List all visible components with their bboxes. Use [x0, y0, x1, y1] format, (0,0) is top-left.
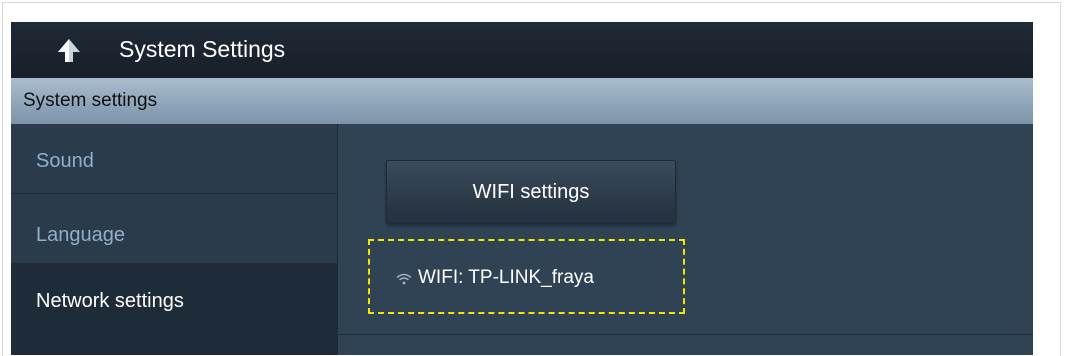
wifi-status-text: WIFI: TP-LINK_fraya	[418, 267, 594, 288]
page-title: System Settings	[119, 36, 286, 62]
sidebar-item-label: Language	[36, 224, 125, 246]
divider	[338, 334, 1033, 335]
sidebar-item-label: Network settings	[36, 290, 184, 312]
wifi-status-highlight: WIFI: TP-LINK_fraya	[368, 239, 685, 314]
network-settings-panel: WIFI settings WIFI: TP-LINK_fraya	[338, 124, 1033, 355]
sidebar-item-sound[interactable]: Sound	[11, 124, 337, 194]
wifi-icon	[396, 273, 412, 285]
sidebar-item-language[interactable]: Language	[11, 194, 337, 264]
settings-screen: System Settings System settings Sound La…	[11, 22, 1033, 355]
title-bar: System Settings	[11, 22, 1033, 78]
sidebar-item-network-settings[interactable]: Network settings	[11, 264, 337, 355]
section-header: System settings	[11, 78, 1033, 124]
section-label: System settings	[23, 90, 158, 111]
back-arrow-icon[interactable]	[55, 36, 83, 64]
sidebar-item-label: Sound	[36, 150, 94, 172]
settings-sidebar: Sound Language Network settings	[11, 124, 338, 355]
wifi-settings-button[interactable]: WIFI settings	[386, 160, 676, 224]
